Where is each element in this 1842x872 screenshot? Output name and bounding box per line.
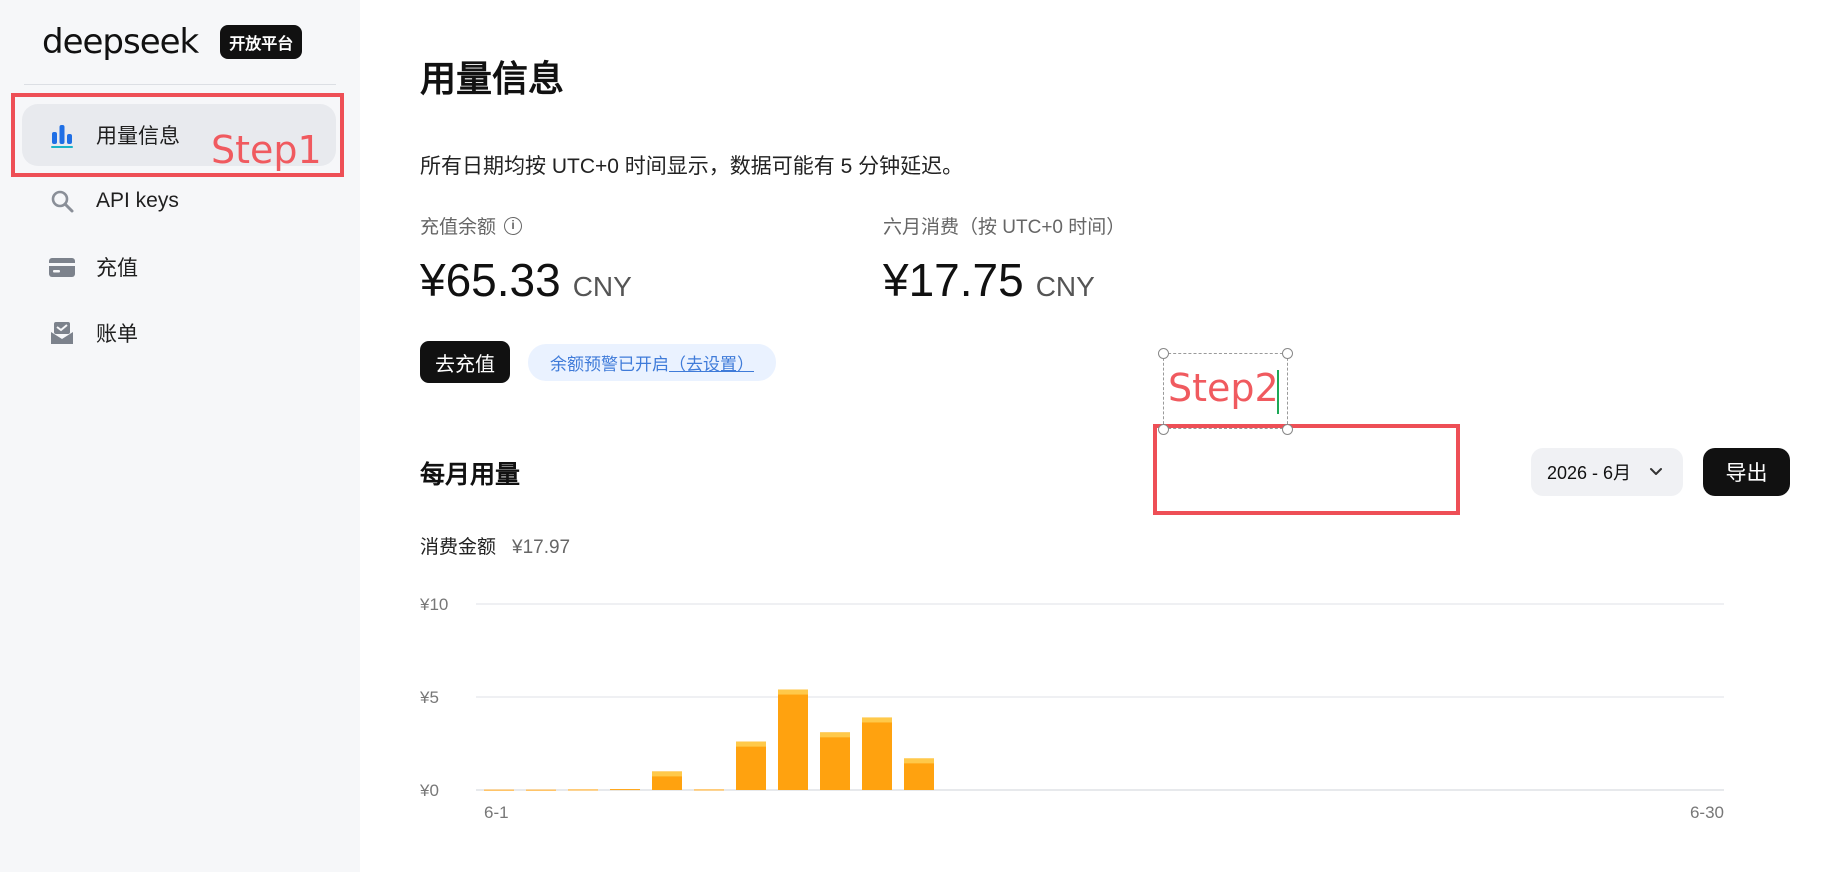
balance-value-row: ¥65.33 CNY xyxy=(420,253,632,307)
chevron-down-icon xyxy=(1647,462,1665,480)
platform-badge: 开放平台 xyxy=(220,25,303,59)
y-tick-label: ¥10 xyxy=(420,595,448,614)
sidebar-item-bills[interactable]: 账单 xyxy=(22,302,336,364)
usage-bar-chart: ¥0 ¥5 ¥10 6-1 6-30 xyxy=(420,595,1724,822)
export-button[interactable]: 导出 xyxy=(1703,448,1790,496)
bar-cap xyxy=(778,689,808,695)
bar-cap xyxy=(652,771,682,777)
sidebar-item-label: 充值 xyxy=(96,257,138,280)
bar-6-7[interactable] xyxy=(736,741,766,790)
deepseek-logo[interactable]: deepseek xyxy=(42,22,199,62)
resize-handle[interactable] xyxy=(1158,348,1169,359)
bar-6-3[interactable] xyxy=(568,789,598,791)
sidebar-divider xyxy=(24,84,336,85)
bar-6-10[interactable] xyxy=(862,717,892,790)
monthly-spend-stat: 六月消费（按 UTC+0 时间） ¥17.75 CNY xyxy=(883,212,1125,307)
bar-6-8[interactable] xyxy=(778,689,808,790)
recharge-button[interactable]: 去充值 xyxy=(420,341,510,383)
spend-label: 消费金额 xyxy=(420,537,497,558)
resize-handle[interactable] xyxy=(1282,424,1293,435)
search-icon xyxy=(48,187,76,215)
balance-label: 充值余额 xyxy=(420,217,497,238)
bar-6-6[interactable] xyxy=(694,789,724,791)
balance-alert-badge: 余额预警已开启 （去设置） xyxy=(528,344,776,381)
monthly-spend-value: ¥17.75 xyxy=(883,254,1024,306)
spend-value: ¥17.97 xyxy=(512,537,571,558)
y-tick-label: ¥0 xyxy=(420,781,439,800)
step1-label: Step1 xyxy=(211,128,322,172)
info-icon[interactable]: i xyxy=(504,216,523,235)
step2-label: Step2 xyxy=(1168,366,1279,410)
spend-summary: 消费金额 ¥17.97 xyxy=(420,532,570,559)
step2-highlight-box xyxy=(1153,424,1460,515)
monthly-spend-unit: CNY xyxy=(1035,271,1095,302)
alert-settings-link[interactable]: （去设置） xyxy=(669,350,754,375)
sidebar-item-label: API keys xyxy=(96,189,179,212)
timezone-notice: 所有日期均按 UTC+0 时间显示，数据可能有 5 分钟延迟。 xyxy=(420,155,964,178)
bar-6-9[interactable] xyxy=(820,732,850,790)
text-caret xyxy=(1277,370,1279,414)
sidebar-item-recharge[interactable]: 充值 xyxy=(22,236,336,298)
monthly-usage-title: 每月用量 xyxy=(420,461,521,489)
x-tick-label: 6-30 xyxy=(1690,803,1724,822)
card-icon xyxy=(48,253,76,281)
bar-6-4[interactable] xyxy=(610,789,640,791)
sidebar-item-api-keys[interactable]: API keys xyxy=(22,170,336,232)
sidebar-item-label: 账单 xyxy=(96,323,138,346)
balance-unit: CNY xyxy=(572,271,632,302)
bar-cap xyxy=(862,717,892,723)
bar-cap xyxy=(820,732,850,738)
page-title: 用量信息 xyxy=(420,58,565,99)
monthly-spend-value-row: ¥17.75 CNY xyxy=(883,253,1125,307)
bar-6-1[interactable] xyxy=(484,789,514,791)
bar-6-2[interactable] xyxy=(526,789,556,791)
brand: deepseek 开放平台 xyxy=(42,22,303,62)
balance-alert-text: 余额预警已开启 xyxy=(550,355,669,374)
balance-label-row: 充值余额 i xyxy=(420,212,632,239)
balance-stat: 充值余额 i ¥65.33 CNY xyxy=(420,212,632,307)
bar-cap xyxy=(904,758,934,764)
y-tick-label: ¥5 xyxy=(420,688,439,707)
resize-handle[interactable] xyxy=(1282,348,1293,359)
bill-icon xyxy=(48,319,76,347)
month-select[interactable]: 2026 - 6月 xyxy=(1531,448,1683,496)
balance-value: ¥65.33 xyxy=(420,254,561,306)
x-tick-label: 6-1 xyxy=(484,803,509,822)
monthly-spend-label: 六月消费（按 UTC+0 时间） xyxy=(883,217,1126,238)
month-select-value: 2026 - 6月 xyxy=(1547,463,1632,483)
bar-cap xyxy=(736,741,766,747)
resize-handle[interactable] xyxy=(1158,424,1169,435)
main-content: 用量信息 所有日期均按 UTC+0 时间显示，数据可能有 5 分钟延迟。 充值余… xyxy=(360,0,1842,872)
